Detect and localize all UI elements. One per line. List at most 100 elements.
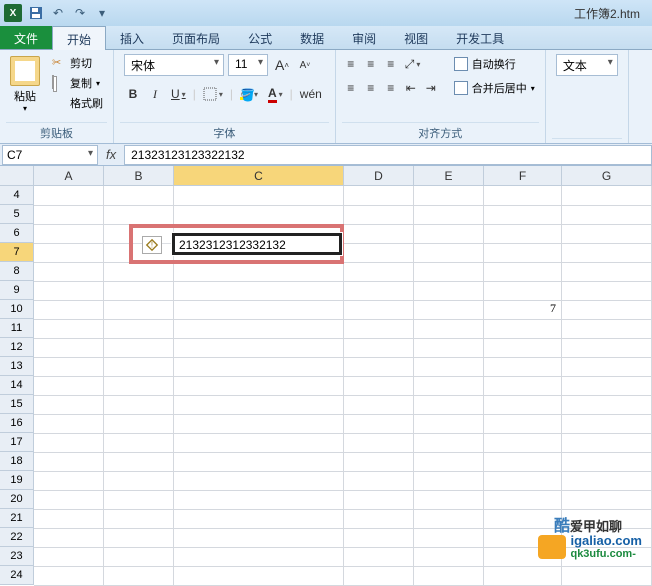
cells-area[interactable]: ! 2132312312332132 7 酷爱甲如聊 igaliao.com q… <box>34 186 652 570</box>
cell[interactable] <box>104 395 174 414</box>
cell[interactable] <box>414 186 484 205</box>
cell[interactable] <box>484 471 562 490</box>
cell[interactable] <box>344 186 414 205</box>
cell[interactable] <box>344 490 414 509</box>
indent-decrease-icon[interactable]: ⇤ <box>402 78 420 98</box>
row-header-14[interactable]: 14 <box>0 376 34 395</box>
cell[interactable] <box>34 319 104 338</box>
cell[interactable] <box>34 471 104 490</box>
cell[interactable] <box>562 262 652 281</box>
cell[interactable] <box>484 395 562 414</box>
cell[interactable] <box>562 205 652 224</box>
align-top-icon[interactable]: ≡ <box>342 54 360 74</box>
cell[interactable] <box>484 414 562 433</box>
cell[interactable] <box>344 414 414 433</box>
cell[interactable] <box>562 395 652 414</box>
wrap-text-button[interactable]: 自动换行 <box>450 54 539 74</box>
cell[interactable] <box>34 376 104 395</box>
cell[interactable] <box>104 528 174 547</box>
col-header-D[interactable]: D <box>344 166 414 186</box>
formula-input[interactable]: 21323123123322132 <box>124 145 652 165</box>
cell[interactable] <box>34 452 104 471</box>
cell[interactable] <box>414 376 484 395</box>
cell[interactable] <box>104 452 174 471</box>
align-bottom-icon[interactable]: ≡ <box>382 54 400 74</box>
cell[interactable] <box>174 186 344 205</box>
cell[interactable] <box>414 433 484 452</box>
tab-formulas[interactable]: 公式 <box>234 26 286 49</box>
row-header-21[interactable]: 21 <box>0 509 34 528</box>
cell[interactable] <box>34 281 104 300</box>
row-header-13[interactable]: 13 <box>0 357 34 376</box>
cell[interactable] <box>34 528 104 547</box>
cell[interactable] <box>484 566 562 585</box>
cell[interactable] <box>104 205 174 224</box>
cell[interactable] <box>344 547 414 566</box>
active-cell[interactable]: 2132312312332132 <box>172 233 342 255</box>
col-header-F[interactable]: F <box>484 166 562 186</box>
cell[interactable] <box>562 452 652 471</box>
undo-icon[interactable]: ↶ <box>50 5 66 21</box>
cell[interactable] <box>562 186 652 205</box>
col-header-B[interactable]: B <box>104 166 174 186</box>
name-box[interactable]: C7 <box>2 145 98 165</box>
cell[interactable] <box>414 395 484 414</box>
row-header-5[interactable]: 5 <box>0 205 34 224</box>
cut-button[interactable]: ✂剪切 <box>48 54 107 72</box>
row-header-18[interactable]: 18 <box>0 452 34 471</box>
row-header-24[interactable]: 24 <box>0 566 34 585</box>
cell[interactable] <box>104 319 174 338</box>
cell[interactable] <box>414 490 484 509</box>
cell[interactable] <box>344 433 414 452</box>
cell[interactable] <box>414 300 484 319</box>
tab-data[interactable]: 数据 <box>286 26 338 49</box>
cell[interactable] <box>484 281 562 300</box>
cell[interactable] <box>34 300 104 319</box>
cell[interactable] <box>34 395 104 414</box>
row-header-7[interactable]: 7 <box>0 243 34 262</box>
cell[interactable] <box>484 452 562 471</box>
col-header-E[interactable]: E <box>414 166 484 186</box>
grow-font-icon[interactable]: A˄ <box>272 55 292 75</box>
cell[interactable] <box>174 414 344 433</box>
tab-developer[interactable]: 开发工具 <box>442 26 518 49</box>
cell[interactable] <box>104 281 174 300</box>
cell[interactable] <box>484 509 562 528</box>
cell[interactable] <box>344 452 414 471</box>
font-size-select[interactable]: 11 <box>228 54 268 76</box>
cell[interactable] <box>174 471 344 490</box>
cell[interactable] <box>174 528 344 547</box>
cell[interactable] <box>562 490 652 509</box>
phonetic-button[interactable]: wén <box>297 84 325 104</box>
row-header-11[interactable]: 11 <box>0 319 34 338</box>
cell[interactable] <box>174 490 344 509</box>
font-name-select[interactable]: 宋体 <box>124 54 224 76</box>
cell[interactable] <box>34 509 104 528</box>
cell[interactable] <box>344 566 414 585</box>
cell[interactable] <box>104 509 174 528</box>
cell[interactable] <box>562 224 652 243</box>
cell[interactable] <box>414 414 484 433</box>
cell[interactable] <box>414 262 484 281</box>
cell[interactable] <box>104 357 174 376</box>
row-header-23[interactable]: 23 <box>0 547 34 566</box>
cell[interactable] <box>344 205 414 224</box>
cell[interactable] <box>414 224 484 243</box>
cell[interactable] <box>104 414 174 433</box>
cell[interactable] <box>562 281 652 300</box>
cell[interactable] <box>484 186 562 205</box>
row-header-19[interactable]: 19 <box>0 471 34 490</box>
cell[interactable] <box>34 205 104 224</box>
tab-view[interactable]: 视图 <box>390 26 442 49</box>
cell[interactable] <box>34 224 104 243</box>
cell[interactable] <box>344 528 414 547</box>
cell[interactable] <box>344 319 414 338</box>
cell[interactable] <box>344 357 414 376</box>
cell[interactable] <box>344 224 414 243</box>
cell[interactable] <box>34 547 104 566</box>
copy-button[interactable]: 复制▾ <box>48 74 107 92</box>
cell[interactable] <box>34 338 104 357</box>
cell[interactable] <box>484 338 562 357</box>
cell[interactable] <box>34 490 104 509</box>
cell[interactable] <box>562 433 652 452</box>
